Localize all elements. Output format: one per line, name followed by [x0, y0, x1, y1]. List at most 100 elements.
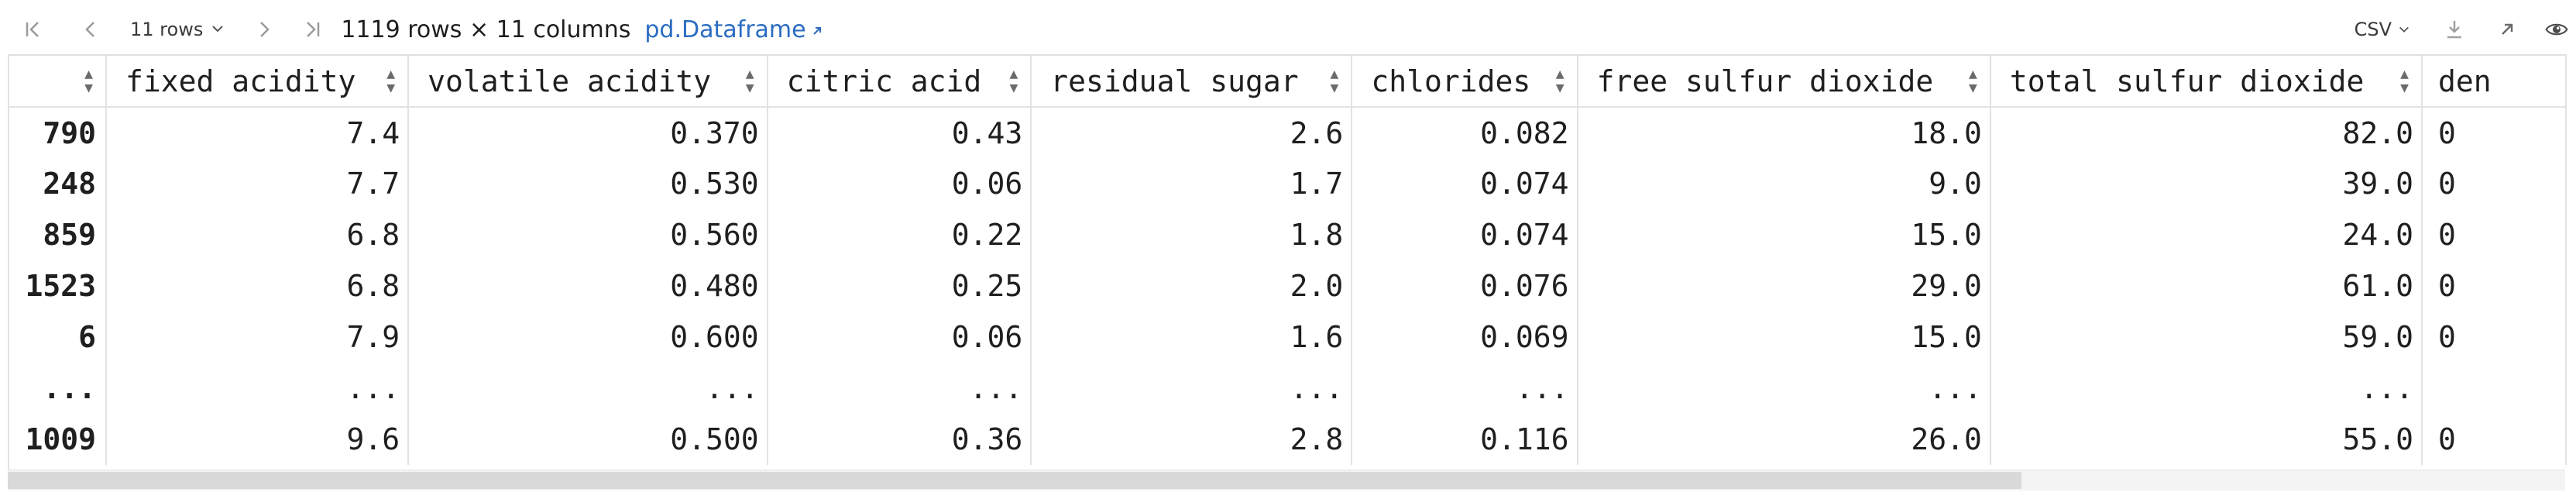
sort-icon[interactable]: ▲ ▼	[1969, 67, 1977, 95]
table-cell[interactable]: 0.06	[767, 158, 1032, 209]
table-row[interactable]: 6 7.9 0.600 0.06 1.6 0.069 15.0 59.0 0	[9, 311, 2567, 363]
column-header[interactable]: volatile acidity ▲ ▼	[408, 56, 768, 108]
table-cell[interactable]: 82.0	[1990, 107, 2423, 158]
table-cell[interactable]: 0	[2422, 107, 2567, 158]
table-cell[interactable]: 7.7	[105, 158, 410, 209]
table-cell[interactable]: 0	[2422, 311, 2567, 363]
table-cell[interactable]: ...	[1990, 363, 2423, 414]
table-cell[interactable]: ...	[767, 363, 1032, 414]
table-cell[interactable]: 1.7	[1031, 158, 1353, 209]
table-cell[interactable]: 59.0	[1990, 311, 2423, 363]
table-cell[interactable]: 6.8	[105, 260, 410, 311]
column-header[interactable]: fixed acidity ▲ ▼	[105, 56, 410, 108]
table-cell[interactable]: 9.0	[1577, 158, 1991, 209]
table-cell[interactable]: 7.4	[105, 107, 410, 158]
table-cell[interactable]	[2422, 363, 2567, 414]
column-header[interactable]: residual sugar ▲ ▼	[1031, 56, 1353, 108]
table-cell[interactable]: 2.0	[1031, 260, 1353, 311]
table-cell[interactable]: 0.06	[767, 311, 1032, 363]
horizontal-scrollbar-thumb[interactable]	[8, 472, 2021, 489]
table-cell[interactable]: ...	[105, 363, 410, 414]
column-header-label: den	[2438, 64, 2492, 98]
sort-icon[interactable]: ▲ ▼	[746, 67, 754, 95]
table-cell[interactable]: 0.116	[1352, 414, 1578, 465]
table-cell[interactable]: 0	[2422, 158, 2567, 209]
next-page-icon[interactable]	[252, 18, 276, 41]
table-cell[interactable]: ...	[1577, 363, 1991, 414]
table-cell[interactable]: 39.0	[1990, 158, 2423, 209]
dataframe-grid[interactable]: ▲ ▼ fixed acidity ▲ ▼ volatile acidity ▲ ▼ ci…	[8, 54, 2567, 471]
table-cell[interactable]: 0.22	[767, 209, 1032, 260]
table-cell[interactable]: 1.6	[1031, 311, 1353, 363]
horizontal-scrollbar[interactable]	[8, 470, 2565, 490]
table-cell[interactable]: 0.076	[1352, 260, 1578, 311]
table-cell[interactable]: 0.480	[408, 260, 768, 311]
column-header-label: fixed acidity	[125, 64, 356, 98]
table-cell[interactable]: 15.0	[1577, 311, 1991, 363]
eye-icon[interactable]	[2545, 18, 2568, 41]
column-header[interactable]: total sulfur dioxide ▲ ▼	[1990, 56, 2423, 108]
sort-icon[interactable]: ▲ ▼	[1556, 67, 1564, 95]
row-index-cell: 790	[9, 107, 107, 158]
table-cell[interactable]: 2.8	[1031, 414, 1353, 465]
table-cell[interactable]: 9.6	[105, 414, 410, 465]
table-row[interactable]: ........................	[9, 363, 2567, 414]
table-cell[interactable]: 0	[2422, 260, 2567, 311]
table-cell[interactable]: 0.36	[767, 414, 1032, 465]
table-cell[interactable]: 0	[2422, 414, 2567, 465]
table-cell[interactable]: 0.560	[408, 209, 768, 260]
table-cell[interactable]: 0.069	[1352, 311, 1578, 363]
table-cell[interactable]: 24.0	[1990, 209, 2423, 260]
table-cell[interactable]: 0.530	[408, 158, 768, 209]
dataframe-table: ▲ ▼ fixed acidity ▲ ▼ volatile acidity ▲ ▼ ci…	[9, 56, 2567, 465]
index-column-header[interactable]: ▲ ▼	[9, 56, 107, 108]
sort-icon[interactable]: ▲ ▼	[1009, 67, 1018, 95]
column-header[interactable]: den	[2422, 56, 2567, 108]
table-cell[interactable]: 0.082	[1352, 107, 1578, 158]
prev-page-icon[interactable]	[79, 18, 102, 41]
table-cell[interactable]: 0.074	[1352, 209, 1578, 260]
table-cell[interactable]: 55.0	[1990, 414, 2423, 465]
table-row[interactable]: 859 6.8 0.560 0.22 1.8 0.074 15.0 24.0 0	[9, 209, 2567, 260]
table-row[interactable]: 248 7.7 0.530 0.06 1.7 0.074 9.0 39.0 0	[9, 158, 2567, 209]
sort-icon[interactable]: ▲ ▼	[1330, 67, 1338, 95]
toolbar-right-actions: CSV	[2354, 0, 2576, 59]
table-cell[interactable]: 18.0	[1577, 107, 1991, 158]
table-cell[interactable]: 0.43	[767, 107, 1032, 158]
table-cell[interactable]: ...	[1352, 363, 1578, 414]
table-cell[interactable]: 6.8	[105, 209, 410, 260]
open-icon[interactable]	[2495, 18, 2519, 41]
table-cell[interactable]: ...	[1031, 363, 1353, 414]
table-cell[interactable]: 0.500	[408, 414, 768, 465]
column-header[interactable]: citric acid ▲ ▼	[767, 56, 1032, 108]
table-cell[interactable]: 0.074	[1352, 158, 1578, 209]
column-header[interactable]: chlorides ▲ ▼	[1352, 56, 1578, 108]
column-header-label: residual sugar	[1050, 64, 1299, 98]
download-icon[interactable]	[2443, 18, 2466, 41]
sort-icon[interactable]: ▲ ▼	[386, 67, 395, 95]
table-row[interactable]: 1523 6.8 0.480 0.25 2.0 0.076 29.0 61.0 0	[9, 260, 2567, 311]
table-cell[interactable]: ...	[408, 363, 768, 414]
table-cell[interactable]: 0	[2422, 209, 2567, 260]
table-cell[interactable]: 7.9	[105, 311, 410, 363]
export-format-select[interactable]: CSV	[2354, 19, 2410, 40]
table-cell[interactable]: 61.0	[1990, 260, 2423, 311]
table-cell[interactable]: 15.0	[1577, 209, 1991, 260]
sort-icon[interactable]: ▲ ▼	[84, 67, 93, 95]
table-cell[interactable]: 0.600	[408, 311, 768, 363]
dataframe-type-link[interactable]: pd.Dataframe	[644, 16, 823, 43]
table-row[interactable]: 1009 9.6 0.500 0.36 2.8 0.116 26.0 55.0 0	[9, 414, 2567, 465]
table-row[interactable]: 790 7.4 0.370 0.43 2.6 0.082 18.0 82.0 0	[9, 107, 2567, 158]
row-index-cell: 1523	[9, 260, 107, 311]
rows-per-page-select[interactable]: 11 rows	[130, 19, 225, 40]
table-cell[interactable]: 0.370	[408, 107, 768, 158]
table-cell[interactable]: 26.0	[1577, 414, 1991, 465]
column-header[interactable]: free sulfur dioxide ▲ ▼	[1577, 56, 1991, 108]
table-cell[interactable]: 29.0	[1577, 260, 1991, 311]
table-cell[interactable]: 2.6	[1031, 107, 1353, 158]
sort-icon[interactable]: ▲ ▼	[2400, 67, 2409, 95]
first-page-icon[interactable]	[22, 18, 45, 41]
table-cell[interactable]: 0.25	[767, 260, 1032, 311]
last-page-icon[interactable]	[301, 18, 324, 41]
table-cell[interactable]: 1.8	[1031, 209, 1353, 260]
